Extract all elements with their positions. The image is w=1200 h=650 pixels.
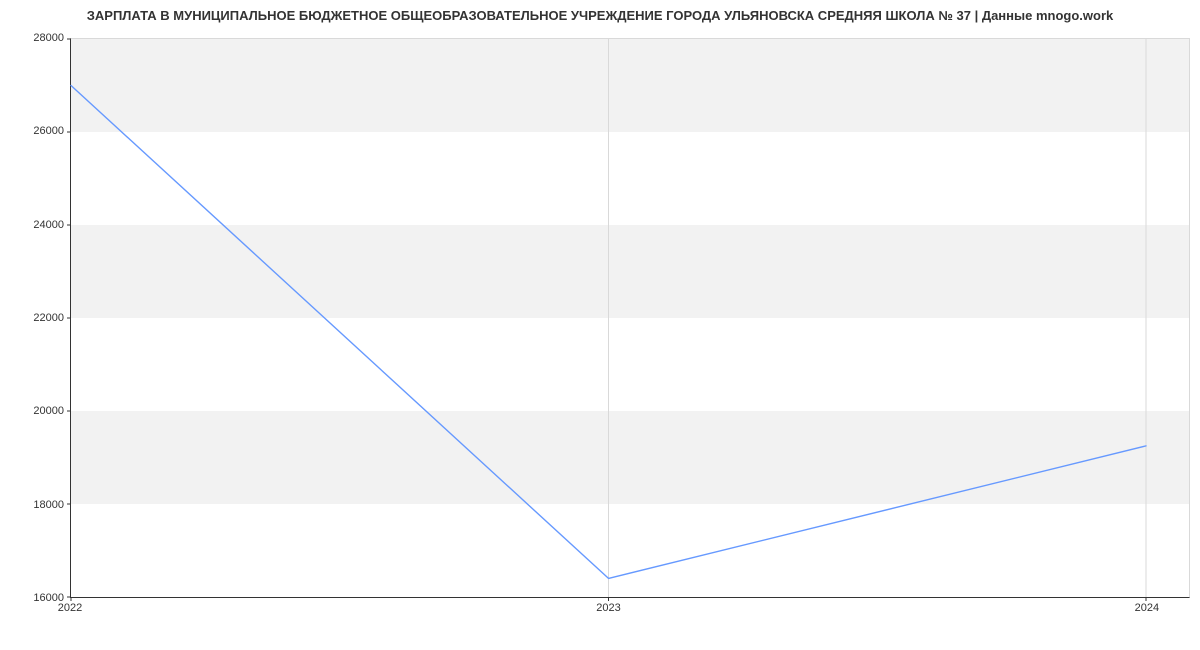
x-axis-tick: 2022 [58,602,82,614]
x-axis-tick: 2023 [596,602,620,614]
y-axis-tick: 22000 [4,312,64,324]
y-axis-tick: 24000 [4,219,64,231]
y-axis-tick: 26000 [4,125,64,137]
y-axis-tick: 18000 [4,499,64,511]
x-axis-tick: 2024 [1135,602,1159,614]
y-axis-tick: 20000 [4,405,64,417]
y-axis-tick: 16000 [4,592,64,604]
chart-plot-area [70,38,1190,598]
y-axis-tick: 28000 [4,32,64,44]
chart-title: ЗАРПЛАТА В МУНИЦИПАЛЬНОЕ БЮДЖЕТНОЕ ОБЩЕО… [0,8,1200,23]
